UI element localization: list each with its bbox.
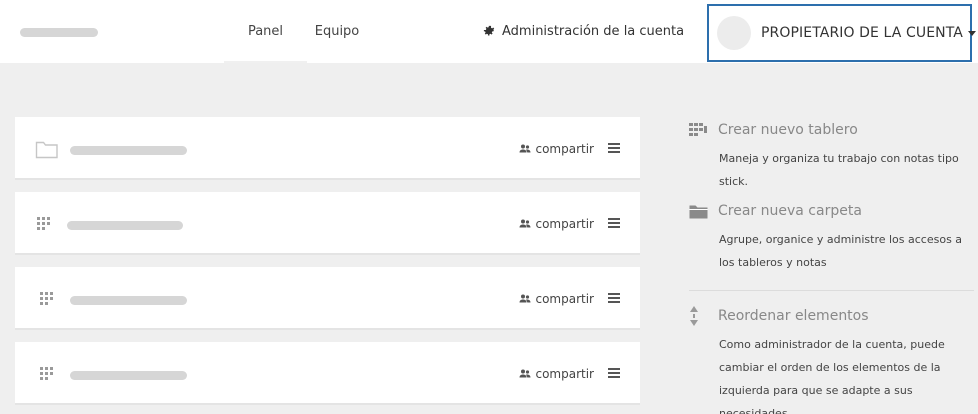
create-folder-title: Crear nueva carpeta [718, 203, 862, 219]
account-owner-label: PROPIETARIO DE LA CUENTA [761, 25, 963, 41]
item-name-placeholder[interactable] [70, 146, 187, 155]
tab-panel[interactable]: Panel [224, 0, 307, 63]
hamburger-menu-icon[interactable] [608, 293, 620, 303]
create-board-title: Crear nuevo tablero [718, 122, 858, 138]
list-item[interactable]: compartir [15, 117, 640, 180]
share-label: compartir [535, 141, 594, 156]
account-administration-label: Administración de la cuenta [502, 24, 685, 39]
users-icon [519, 219, 531, 228]
avatar [717, 16, 751, 50]
create-folder-description: Agrupe, organice y administre los acceso… [719, 233, 963, 269]
folder-icon [35, 117, 59, 180]
reorder-title: Reordenar elementos [718, 308, 869, 324]
list-item[interactable]: compartir [15, 192, 640, 255]
board-grid-icon [40, 267, 54, 330]
create-folder-button[interactable]: Crear nueva carpeta [689, 201, 974, 221]
gear-icon [483, 25, 496, 36]
hamburger-menu-icon[interactable] [608, 218, 620, 228]
account-menu-button[interactable]: PROPIETARIO DE LA CUENTA [707, 4, 976, 62]
tab-equipo[interactable]: Equipo [307, 0, 367, 63]
users-icon [519, 294, 531, 303]
create-board-button[interactable]: Crear nuevo tablero [689, 120, 974, 140]
top-navigation-bar: Panel Equipo Administración de la cuenta… [0, 0, 978, 63]
users-icon [519, 369, 531, 378]
new-board-icon [689, 123, 707, 136]
share-label: compartir [535, 291, 594, 306]
create-board-section: Crear nuevo tablero Maneja y organiza tu… [689, 120, 974, 193]
logo-placeholder[interactable] [20, 28, 98, 37]
users-icon [519, 144, 531, 153]
board-grid-icon [40, 342, 54, 405]
board-grid-icon [37, 192, 51, 255]
reorder-button[interactable]: Reordenar elementos [689, 306, 974, 326]
hamburger-menu-icon[interactable] [608, 143, 620, 153]
item-name-placeholder[interactable] [70, 371, 187, 380]
create-folder-section: Crear nueva carpeta Agrupe, organice y a… [689, 201, 974, 274]
share-button[interactable]: compartir [519, 117, 594, 180]
hamburger-menu-icon[interactable] [608, 368, 620, 378]
divider [689, 290, 974, 291]
share-label: compartir [535, 216, 594, 231]
reorder-description: Como administrador de la cuenta, puede c… [719, 338, 945, 414]
share-label: compartir [535, 366, 594, 381]
share-button[interactable]: compartir [519, 267, 594, 330]
item-name-placeholder[interactable] [70, 296, 187, 305]
list-item[interactable]: compartir [15, 267, 640, 330]
reorder-arrows-icon [690, 306, 698, 326]
caret-down-icon [967, 30, 976, 36]
share-button[interactable]: compartir [519, 342, 594, 405]
create-board-description: Maneja y organiza tu trabajo con notas t… [719, 152, 959, 188]
account-administration-link[interactable]: Administración de la cuenta [483, 0, 684, 63]
reorder-section: Reordenar elementos Como administrador d… [689, 306, 974, 414]
share-button[interactable]: compartir [519, 192, 594, 255]
item-name-placeholder[interactable] [67, 221, 183, 230]
list-item[interactable]: compartir [15, 342, 640, 405]
folder-icon [689, 205, 708, 218]
